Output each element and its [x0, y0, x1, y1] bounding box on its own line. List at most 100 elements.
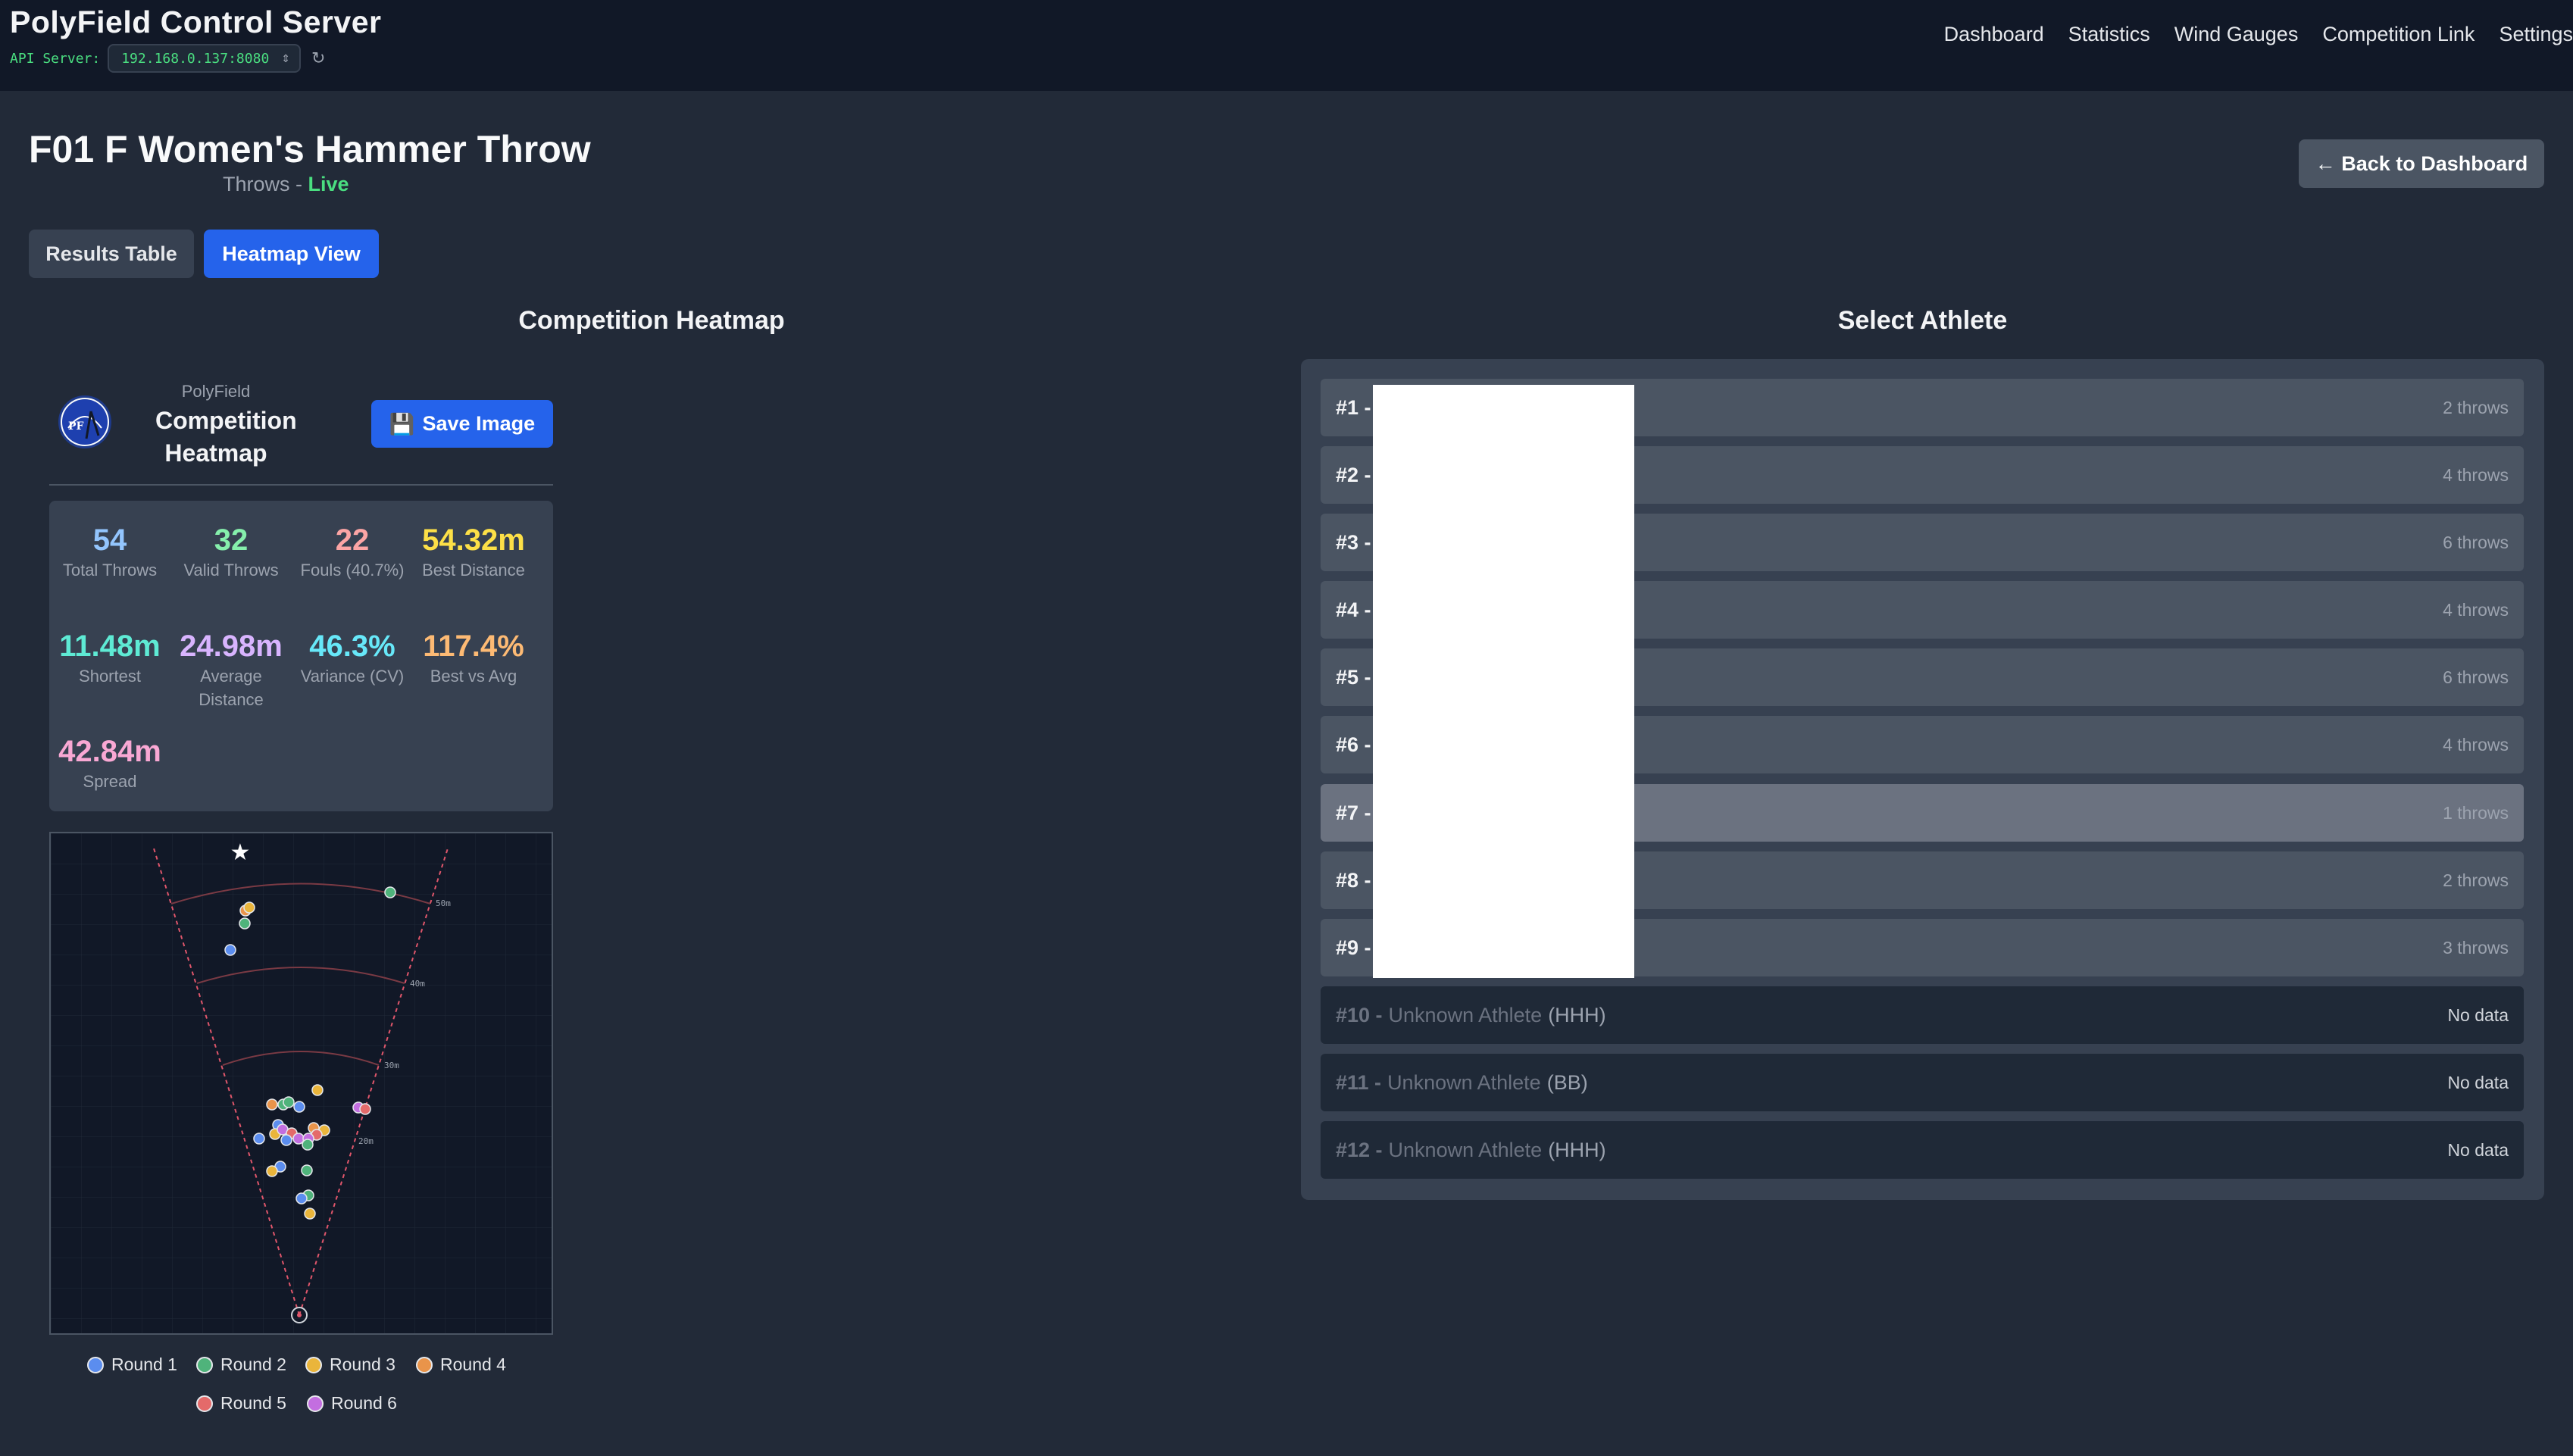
throw-point[interactable]	[243, 901, 255, 914]
stat-label: Best Distance	[422, 561, 525, 580]
athlete-throw-count: 1 throws	[2443, 802, 2509, 823]
athlete-row[interactable]: #12 - Unknown Athlete (HHH) No data	[1321, 1121, 2524, 1179]
stat-value: 54	[92, 523, 127, 557]
legend-round-5: Round 5	[196, 1393, 286, 1414]
throwing-circle-center	[297, 1313, 302, 1317]
athlete-number: #10 -	[1336, 1003, 1383, 1026]
throw-point[interactable]	[311, 1084, 324, 1096]
stat-value: 32	[214, 523, 249, 557]
throw-point[interactable]	[280, 1134, 292, 1146]
athlete-throw-count: 4 throws	[2443, 599, 2509, 620]
stat-best-distance: 54.32m Best Distance	[417, 522, 530, 582]
arc-label-40m: 40m	[410, 979, 425, 989]
stat-fouls: 22 Fouls (40.7%)	[295, 522, 409, 582]
brand-title-line2: Heatmap	[164, 439, 267, 467]
athlete-number: #9 -	[1336, 936, 1371, 959]
stat-shortest: 11.48m Shortest	[53, 628, 167, 688]
athlete-number: #12 -	[1336, 1138, 1383, 1161]
arc-label-20m: 20m	[358, 1136, 374, 1146]
athlete-throw-count: No data	[2447, 1139, 2509, 1160]
legend-dot	[307, 1395, 324, 1412]
nav-settings[interactable]: Settings	[2499, 23, 2573, 46]
athlete-name: Unknown Athlete	[1387, 1070, 1541, 1094]
throw-point[interactable]	[283, 1096, 295, 1108]
throw-point[interactable]	[301, 1164, 313, 1176]
athlete-number: #6 -	[1336, 733, 1371, 756]
athlete-team: (BB)	[1546, 1070, 1588, 1094]
nav-dashboard[interactable]: Dashboard	[1944, 23, 2044, 46]
athlete-number: #11 -	[1336, 1070, 1382, 1094]
legend-round-4: Round 4	[416, 1354, 506, 1375]
throw-heatmap[interactable]: 50m 40m 30m 20m ★	[49, 832, 553, 1335]
brand-title: Competition Heatmap	[155, 405, 297, 470]
athlete-number: #5 -	[1336, 665, 1371, 689]
stat-best-vs-avg: 117.4% Best vs Avg	[417, 628, 530, 688]
throw-point[interactable]	[293, 1101, 305, 1113]
throw-point[interactable]	[239, 917, 251, 930]
tab-heatmap-view[interactable]: Heatmap View	[204, 230, 379, 278]
legend-label: Round 3	[330, 1354, 395, 1374]
athlete-throw-count: 4 throws	[2443, 734, 2509, 755]
nav-wind-gauges[interactable]: Wind Gauges	[2174, 23, 2299, 46]
athlete-name: Unknown Athlete	[1388, 1003, 1543, 1026]
throw-point[interactable]	[304, 1208, 316, 1220]
throw-point[interactable]	[224, 944, 236, 956]
heatmap-svg: 50m 40m 30m 20m ★	[51, 833, 552, 1333]
athlete-throw-count: 6 throws	[2443, 667, 2509, 687]
stat-label: Best vs Avg	[430, 667, 517, 686]
svg-text:PF: PF	[68, 420, 84, 433]
legend-round-1: Round 1	[87, 1354, 177, 1375]
save-image-button[interactable]: 💾 Save Image	[371, 400, 553, 448]
event-status: Live	[308, 173, 349, 195]
brand-title-line1: Competition	[155, 407, 297, 434]
throw-point[interactable]	[266, 1165, 278, 1177]
athlete-number: #1 -	[1336, 395, 1371, 419]
athlete-row[interactable]: #10 - Unknown Athlete (HHH) No data	[1321, 986, 2524, 1044]
stat-label: Valid Throws	[183, 561, 279, 580]
stat-valid-throws: 32 Valid Throws	[174, 522, 288, 582]
legend-label: Round 6	[331, 1393, 397, 1413]
heatmap-grid	[51, 833, 552, 1333]
api-server-label: API Server:	[10, 50, 101, 67]
legend-label: Round 5	[220, 1393, 286, 1413]
stat-value: 11.48m	[59, 630, 161, 663]
arc-label-50m: 50m	[436, 898, 451, 908]
api-server-select[interactable]: 192.168.0.137:8080 ⇕	[108, 44, 302, 73]
stat-label: Spread	[83, 772, 137, 791]
brand-small: PolyField	[181, 382, 251, 401]
athlete-row[interactable]: #11 - Unknown Athlete (BB) No data	[1321, 1054, 2524, 1111]
legend-label: Round 1	[111, 1354, 177, 1374]
back-to-dashboard-button[interactable]: ← Back to Dashboard	[2299, 139, 2544, 188]
throw-point[interactable]	[359, 1103, 371, 1115]
stats-panel: 54 Total Throws 32 Valid Throws 22 Fouls…	[49, 501, 553, 811]
page-title: F01 F Women's Hammer Throw	[29, 128, 591, 170]
athlete-throw-count: No data	[2447, 1072, 2509, 1092]
throw-point[interactable]	[253, 1133, 265, 1145]
stat-value: 42.84m	[58, 735, 161, 768]
stat-label: Total Throws	[62, 561, 158, 580]
nav-competition-link[interactable]: Competition Link	[2322, 23, 2475, 46]
athlete-throw-count: 6 throws	[2443, 532, 2509, 552]
athlete-throw-count: 2 throws	[2443, 870, 2509, 890]
athlete-throw-count: 2 throws	[2443, 397, 2509, 417]
api-server-value: 192.168.0.137:8080	[121, 50, 270, 67]
floppy-disk-icon: 💾	[389, 412, 415, 436]
throw-point[interactable]	[266, 1098, 278, 1111]
athlete-name: Unknown Athlete	[1388, 1138, 1543, 1161]
throw-point[interactable]	[384, 886, 396, 898]
tab-results-table[interactable]: Results Table	[29, 230, 194, 278]
legend-label: Round 4	[440, 1354, 506, 1374]
event-subtitle: Throws - Live	[223, 173, 349, 196]
throw-point[interactable]	[295, 1192, 308, 1204]
refresh-icon[interactable]: ↻	[311, 48, 325, 68]
event-category: Throws	[223, 173, 290, 195]
stat-label: Shortest	[79, 667, 141, 686]
throw-point[interactable]	[302, 1139, 314, 1151]
nav-statistics[interactable]: Statistics	[2068, 23, 2150, 46]
main-nav: Dashboard Statistics Wind Gauges Competi…	[1920, 23, 2573, 46]
legend-round-3: Round 3	[305, 1354, 395, 1375]
arc-label-30m: 30m	[384, 1061, 399, 1070]
stat-value: 22	[335, 523, 370, 557]
athlete-throw-count: No data	[2447, 1005, 2509, 1025]
athlete-number: #2 -	[1336, 463, 1371, 486]
